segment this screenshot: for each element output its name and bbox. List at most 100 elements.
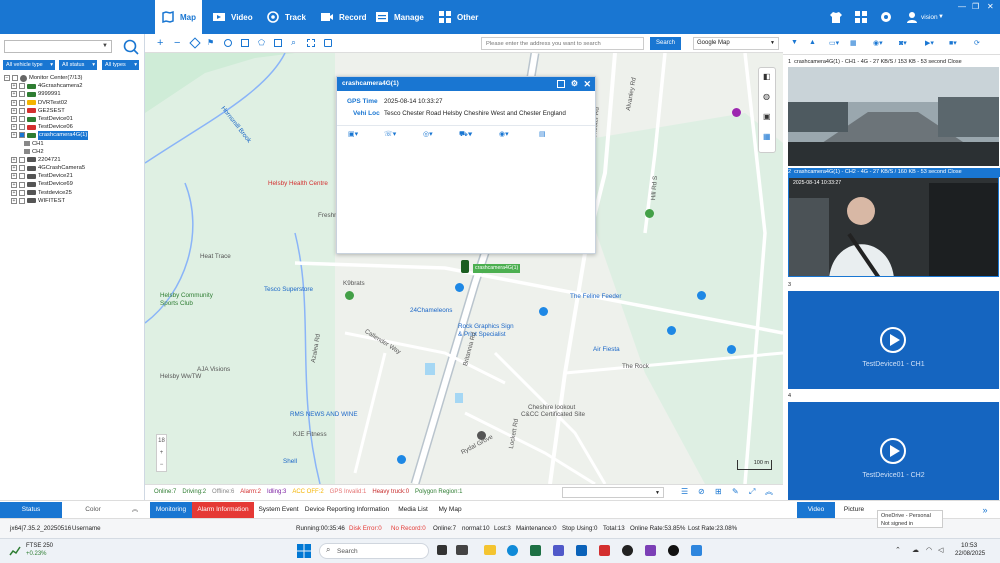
status-count[interactable]: GPS Invalid:1 — [330, 485, 367, 499]
play-all-icon[interactable]: ▶▾ — [925, 39, 934, 47]
tree-checkbox[interactable] — [19, 197, 25, 204]
speaker-icon[interactable]: ◁ — [938, 546, 943, 554]
tree-item[interactable]: + crashcamera4G(1) — [4, 131, 89, 140]
tree-expand-icon[interactable]: + — [11, 107, 17, 114]
feline-feeder-poi-icon[interactable] — [697, 291, 706, 300]
tree-item[interactable]: +4GCrashCamera5 — [4, 164, 88, 172]
popup-monitor-icon[interactable]: ◎▾ — [423, 130, 433, 138]
file-explorer-icon[interactable] — [484, 545, 496, 555]
app-icon-4[interactable] — [691, 545, 702, 556]
status-count[interactable]: ACC OFF:2 — [292, 485, 323, 499]
tree-expand-icon[interactable]: + — [11, 173, 17, 180]
nature-reserve-poi-icon[interactable] — [645, 209, 654, 218]
tree-checkbox[interactable] — [19, 124, 25, 131]
filter-vehicle-type[interactable]: All vehicle type — [3, 60, 55, 70]
tree-expand-icon[interactable]: + — [11, 132, 17, 139]
rock-graphics-poi-icon[interactable] — [667, 326, 676, 335]
popup-vehicle-icon[interactable]: ⛟▾ — [459, 130, 473, 139]
tree-checkbox[interactable] — [19, 165, 25, 172]
tree-checkbox[interactable] — [12, 75, 18, 82]
tree-expand-icon[interactable]: − — [4, 75, 10, 82]
tab-system-event[interactable]: System Event — [256, 502, 301, 518]
status-count[interactable]: Alarm:2 — [240, 485, 261, 499]
tab-video[interactable]: Video — [797, 502, 835, 518]
tree-expand-icon[interactable]: + — [11, 156, 17, 163]
username-label[interactable]: vision — [921, 14, 938, 21]
tree-expand-icon[interactable]: + — [11, 99, 17, 106]
tree-expand-icon[interactable]: + — [11, 124, 17, 131]
user-dropdown-icon[interactable]: ▼ — [938, 14, 944, 20]
edge-icon[interactable] — [507, 545, 518, 556]
tree-item[interactable]: + WIFITEST — [4, 197, 88, 205]
tab-device-reporting[interactable]: Device Reporting Information — [303, 502, 391, 518]
app-icon-2[interactable] — [622, 545, 633, 556]
tab-color[interactable]: Color — [62, 502, 124, 518]
clock-time[interactable]: 10:53 — [961, 542, 977, 549]
tree-checkbox[interactable] — [19, 173, 25, 180]
list-icon[interactable]: ☰ — [681, 485, 688, 499]
air-fiesta-poi-icon[interactable] — [727, 345, 736, 354]
video-4-player[interactable]: TestDevice01 - CH2 — [788, 402, 999, 500]
tree-item[interactable]: + TestDevice01 — [4, 115, 88, 123]
tree-expand-icon[interactable]: + — [11, 165, 17, 172]
tesco-poi-icon[interactable] — [455, 283, 464, 292]
screen-layout-icon[interactable]: ▭▾ — [829, 39, 839, 47]
task-view-icon[interactable] — [437, 545, 447, 555]
zoom-in-icon[interactable]: + — [157, 37, 163, 49]
vehicle-marker-label[interactable]: crashcamera4G(1) — [473, 264, 521, 273]
stock-chart-icon[interactable] — [9, 545, 21, 557]
status-count[interactable]: Idling:3 — [267, 485, 286, 499]
user-icon[interactable] — [905, 10, 919, 24]
ruler-icon[interactable] — [189, 37, 201, 49]
map-search-icon[interactable]: ⌕ — [291, 37, 296, 48]
video-3-player[interactable]: TestDevice01 - CH1 — [788, 291, 999, 389]
nav-track[interactable]: Track — [260, 0, 312, 34]
popup-close-icon[interactable]: ✕ — [583, 77, 591, 91]
tree-item[interactable]: + DVRTest02 — [4, 99, 88, 107]
maximize-button[interactable]: ❐ — [972, 2, 979, 11]
stock-name[interactable]: FTSE 250 — [26, 543, 53, 549]
tree-checkbox[interactable] — [19, 156, 25, 163]
tree-checkbox[interactable] — [19, 83, 25, 90]
wifi-icon[interactable]: ◠ — [926, 546, 932, 554]
tray-expand-icon[interactable]: ⌃ — [895, 546, 901, 554]
status-select[interactable]: ▼ — [562, 487, 664, 498]
popup-report-icon[interactable]: ▤ — [539, 130, 546, 138]
status-count[interactable]: Polygon Region:1 — [415, 485, 462, 499]
video-2-player[interactable]: 2025-08-14 10:33:27 — [788, 177, 999, 277]
tree-checkbox[interactable] — [19, 107, 25, 114]
media-player-icon[interactable] — [668, 545, 679, 556]
popup-video-icon[interactable]: ▣▾ — [348, 130, 358, 138]
locate-icon[interactable]: ▦ — [763, 132, 771, 141]
nav-video[interactable]: Video — [206, 0, 259, 34]
fullscreen-icon[interactable] — [307, 39, 315, 47]
stop-all-icon[interactable]: ■▾ — [949, 39, 957, 47]
close-window-button[interactable]: ✕ — [987, 2, 994, 11]
tree-checkbox[interactable] — [19, 116, 25, 123]
tree-item[interactable]: +9999991 — [4, 90, 88, 98]
multi-screen-icon[interactable]: ▦ — [850, 39, 857, 47]
pdf-icon[interactable] — [599, 545, 610, 556]
tree-item[interactable]: + GE2SEST — [4, 107, 88, 115]
tree-expand-icon[interactable]: + — [11, 189, 17, 196]
tree-checkbox[interactable] — [19, 189, 25, 196]
shirt-icon[interactable] — [829, 10, 843, 24]
snapshot-icon[interactable]: ◙▾ — [899, 39, 907, 47]
map-type-select[interactable]: Google Map ▼ — [693, 37, 779, 50]
filter-status[interactable]: All status — [59, 60, 97, 70]
edit-icon[interactable]: ✎ — [732, 485, 739, 499]
flag-icon[interactable]: ⚑ — [207, 38, 214, 47]
zoom-plus-button[interactable]: + — [157, 447, 166, 459]
export-icon[interactable]: ⊞ — [715, 485, 722, 499]
nav-map[interactable]: Map — [155, 0, 202, 34]
tab-status[interactable]: Status — [0, 502, 62, 518]
zoom-out-icon[interactable]: − — [174, 37, 180, 49]
tree-expand-icon[interactable]: + — [11, 181, 17, 188]
gear-icon[interactable] — [879, 10, 893, 24]
kje-fitness-poi-icon[interactable] — [477, 431, 486, 440]
minimize-button[interactable]: — — [958, 2, 966, 11]
filter-types[interactable]: All types — [102, 60, 139, 70]
app-icon-3[interactable] — [645, 545, 656, 556]
refresh-map-icon[interactable]: ⊘ — [698, 485, 705, 499]
tree-item[interactable]: +4Gcrashcamera2 — [4, 82, 88, 90]
